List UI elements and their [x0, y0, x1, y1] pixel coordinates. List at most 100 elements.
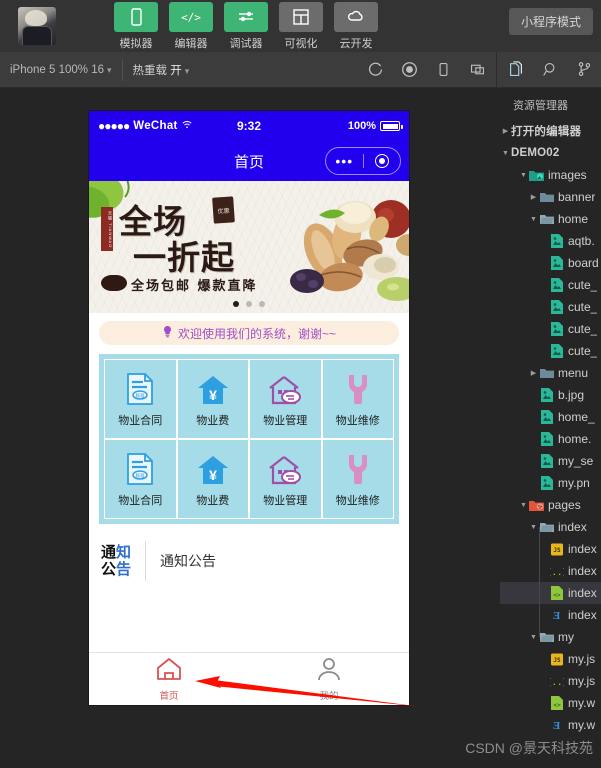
- toolbar-button-label: 云开发: [339, 37, 373, 50]
- chevron-down-icon[interactable]: ▼: [528, 524, 539, 531]
- svg-text:Ǝ: Ǝ: [553, 610, 561, 622]
- chevron-right-icon[interactable]: ▶: [528, 193, 539, 201]
- carrier-name: WeChat: [133, 120, 178, 132]
- record-icon[interactable]: [392, 53, 426, 87]
- avatar[interactable]: [18, 7, 64, 45]
- tree-item-label: index: [568, 586, 597, 600]
- file-explorer-panel: 资源管理器 ▶ 打开的编辑器 ▼ DEMO02 ▼ images ▶ banner ▼ h…: [500, 88, 601, 768]
- tree-folder-index[interactable]: ▼ index: [500, 516, 601, 538]
- tree-file-myw[interactable]: <> my.w: [500, 692, 601, 714]
- project-root[interactable]: ▼ DEMO02: [500, 142, 601, 164]
- chevron-down-icon[interactable]: ▼: [500, 150, 511, 157]
- chevron-right-icon[interactable]: ▶: [500, 127, 511, 135]
- tree-file-mypn[interactable]: my.pn: [500, 472, 601, 494]
- image-icon: [539, 454, 554, 468]
- source-control-icon[interactable]: [567, 53, 601, 87]
- tree-file-myjs[interactable]: {..} my.js: [500, 670, 601, 692]
- toolbar-button-cloud[interactable]: 云开发: [334, 1, 378, 51]
- toolbar-button-visualizer[interactable]: 可视化: [279, 1, 323, 51]
- carousel-dots[interactable]: [89, 301, 409, 307]
- tree-folder-images[interactable]: ▼ images: [500, 164, 601, 186]
- wxss-icon: Ǝ: [549, 608, 564, 622]
- chevron-down-icon: ▾: [107, 64, 112, 75]
- wxml-icon: <>: [549, 586, 564, 600]
- remote-debug-icon[interactable]: [460, 53, 494, 87]
- phone-icon: [114, 1, 158, 32]
- service-grid-cell[interactable]: 物业管理: [249, 359, 322, 439]
- service-grid-cell[interactable]: ¥ 物业费: [176, 359, 249, 439]
- tree-folder-pages[interactable]: ▼ pages: [500, 494, 601, 516]
- service-grid-cell[interactable]: 核准 物业合同: [104, 439, 177, 519]
- svg-text:{..}: {..}: [550, 568, 564, 578]
- tree-file-index[interactable]: {..} index: [500, 560, 601, 582]
- tree-file-cute_[interactable]: cute_: [500, 296, 601, 318]
- toolbar-button-simulator[interactable]: 模拟器: [114, 1, 158, 51]
- notice-announcement-block[interactable]: 通知 公告 通知公告: [89, 533, 409, 588]
- service-grid-cell[interactable]: 物业管理: [249, 439, 322, 519]
- refresh-icon[interactable]: [358, 53, 392, 87]
- code-icon: </>: [169, 1, 213, 32]
- device-selector[interactable]: iPhone 5 100% 16 ▾: [0, 64, 122, 76]
- tree-file-myw[interactable]: Ǝmy.w: [500, 714, 601, 736]
- project-name: DEMO02: [511, 147, 560, 159]
- tree-file-index[interactable]: <> index: [500, 582, 601, 604]
- tree-file-home_[interactable]: home_: [500, 406, 601, 428]
- tree-file-my_se[interactable]: my_se: [500, 450, 601, 472]
- tree-file-home[interactable]: home.: [500, 428, 601, 450]
- capsule-button[interactable]: •••: [325, 147, 401, 175]
- chevron-down-icon[interactable]: ▼: [518, 502, 529, 509]
- search-icon[interactable]: [533, 53, 567, 87]
- service-grid-cell[interactable]: 物业维修: [321, 359, 394, 439]
- tree-folder-menu[interactable]: ▶ menu: [500, 362, 601, 384]
- chevron-down-icon[interactable]: ▼: [518, 172, 529, 179]
- battery-icon: [380, 121, 403, 131]
- service-grid-cell[interactable]: 物业维修: [321, 439, 394, 519]
- banner-carousel[interactable]: 天猫 TIANMAO 全场 优惠 一折起 全场包邮 爆款直降: [89, 181, 409, 313]
- tree-file-aqtb[interactable]: aqtb.: [500, 230, 601, 252]
- chevron-right-icon[interactable]: ▶: [528, 369, 539, 377]
- image-icon: [549, 256, 564, 270]
- wechat-devtools-window: 模拟器 </> 编辑器 调试器 可视化 云开发 小程序模式 iPhone 5 100% 1…: [0, 0, 601, 768]
- hot-reload-selector[interactable]: 热重载 开 ▾: [123, 62, 200, 78]
- image-icon: [549, 322, 564, 336]
- tree-file-bjpg[interactable]: b.jpg: [500, 384, 601, 406]
- close-target-icon[interactable]: [364, 154, 401, 168]
- preview-phone-icon[interactable]: [426, 53, 460, 87]
- tab-mine[interactable]: 我的: [249, 653, 409, 705]
- house-chat-icon: [269, 371, 302, 405]
- divider: [145, 540, 147, 581]
- tree-file-cute_[interactable]: cute_: [500, 318, 601, 340]
- house-chat-icon: [269, 451, 302, 485]
- subbar-icon-group: [358, 51, 601, 88]
- mode-badge[interactable]: 小程序模式: [508, 8, 593, 35]
- carousel-dot[interactable]: [246, 301, 252, 307]
- simulator-canvas: ●●●●● WeChat 9:32 100% 首页 ••• 天猫 TIANMAO…: [0, 88, 500, 768]
- svg-text:核准: 核准: [136, 392, 145, 399]
- tree-folder-home[interactable]: ▼ home: [500, 208, 601, 230]
- toolbar-button-debugger[interactable]: 调试器: [224, 1, 268, 51]
- tree-folder-my[interactable]: ▼ my: [500, 626, 601, 648]
- service-grid-cell[interactable]: 核准 物业合同: [104, 359, 177, 439]
- carousel-dot[interactable]: [233, 301, 239, 307]
- tree-file-board[interactable]: board: [500, 252, 601, 274]
- tree-file-cute_[interactable]: cute_: [500, 274, 601, 296]
- service-grid-cell-label: 物业维修: [335, 494, 380, 507]
- explorer-files-icon[interactable]: [499, 53, 533, 87]
- service-grid-cell[interactable]: ¥ 物业费: [176, 439, 249, 519]
- tree-item-label: board: [568, 256, 599, 270]
- tree-folder-banner[interactable]: ▶ banner: [500, 186, 601, 208]
- open-editors-section[interactable]: ▶ 打开的编辑器: [500, 120, 601, 142]
- svg-text:JS: JS: [553, 657, 561, 664]
- tree-file-cute_[interactable]: cute_: [500, 340, 601, 362]
- chevron-down-icon[interactable]: ▼: [528, 216, 539, 223]
- tree-file-index[interactable]: Ǝindex: [500, 604, 601, 626]
- tab-home[interactable]: 首页: [89, 653, 249, 705]
- carousel-dot[interactable]: [259, 301, 265, 307]
- tree-file-myjs[interactable]: JS my.js: [500, 648, 601, 670]
- chevron-down-icon[interactable]: ▼: [528, 634, 539, 641]
- tree-file-index[interactable]: JS index: [500, 538, 601, 560]
- more-icon[interactable]: •••: [326, 154, 363, 168]
- toolbar-button-label: 编辑器: [174, 37, 208, 50]
- toolbar-button-editor[interactable]: </> 编辑器: [169, 1, 213, 51]
- welcome-notice-strip: 欢迎使用我们的系统，谢谢~~: [99, 321, 399, 345]
